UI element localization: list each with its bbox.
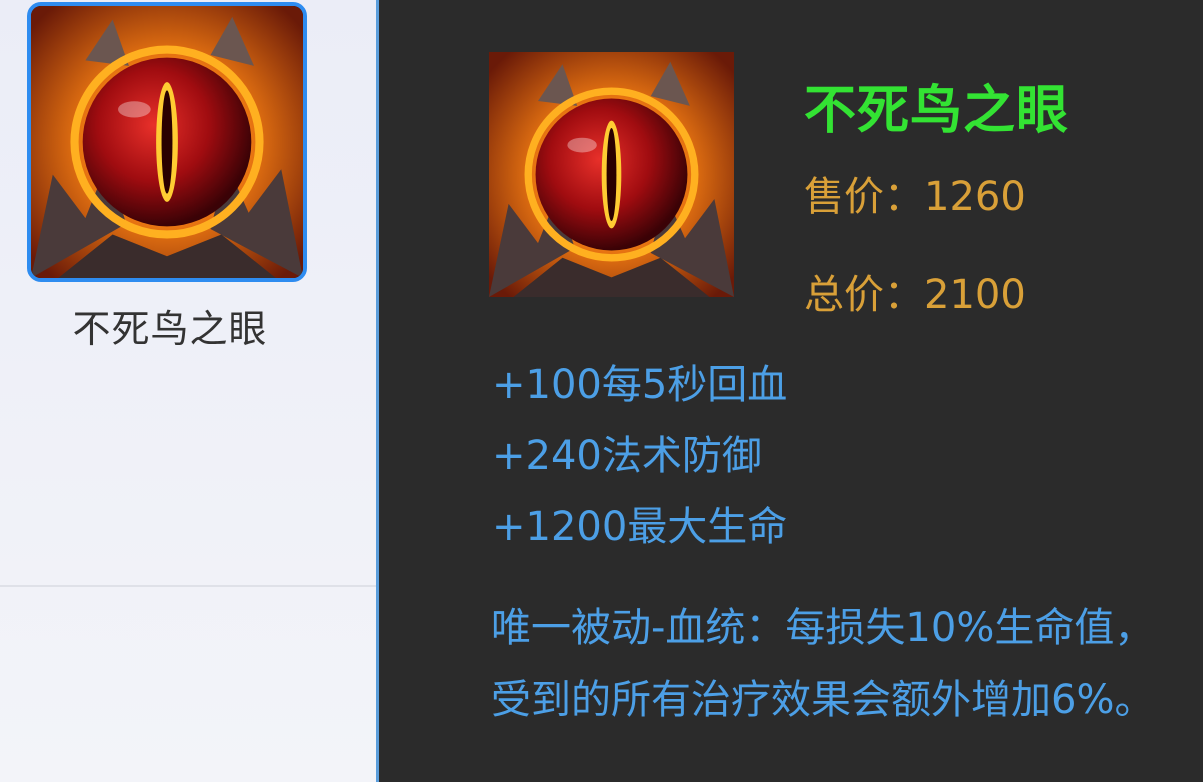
phoenix-eye-icon [489,52,734,297]
passive-description: 唯一被动-血统：每损失10%生命值，受到的所有治疗效果会额外增加6%。 [491,605,1155,723]
stat-line: +100每5秒回血 [492,362,788,408]
item-slot-phoenix-eye[interactable] [27,2,307,282]
item-name-label: 不死鸟之眼 [72,307,268,351]
stat-line: +240法术防御 [492,433,762,479]
item-list-panel: 不死鸟之眼 [0,0,376,782]
sell-price: 售价：1260 [804,174,1026,220]
item-tooltip: 不死鸟之眼 售价：1260 总价：2100 +100每5秒回血 +240法术防御… [376,0,1203,782]
phoenix-eye-icon [31,6,303,278]
tooltip-item-icon [489,52,734,297]
stat-line: +1200最大生命 [492,504,788,550]
tooltip-title: 不死鸟之眼 [804,81,1070,141]
divider [0,585,376,587]
total-price: 总价：2100 [804,272,1026,318]
